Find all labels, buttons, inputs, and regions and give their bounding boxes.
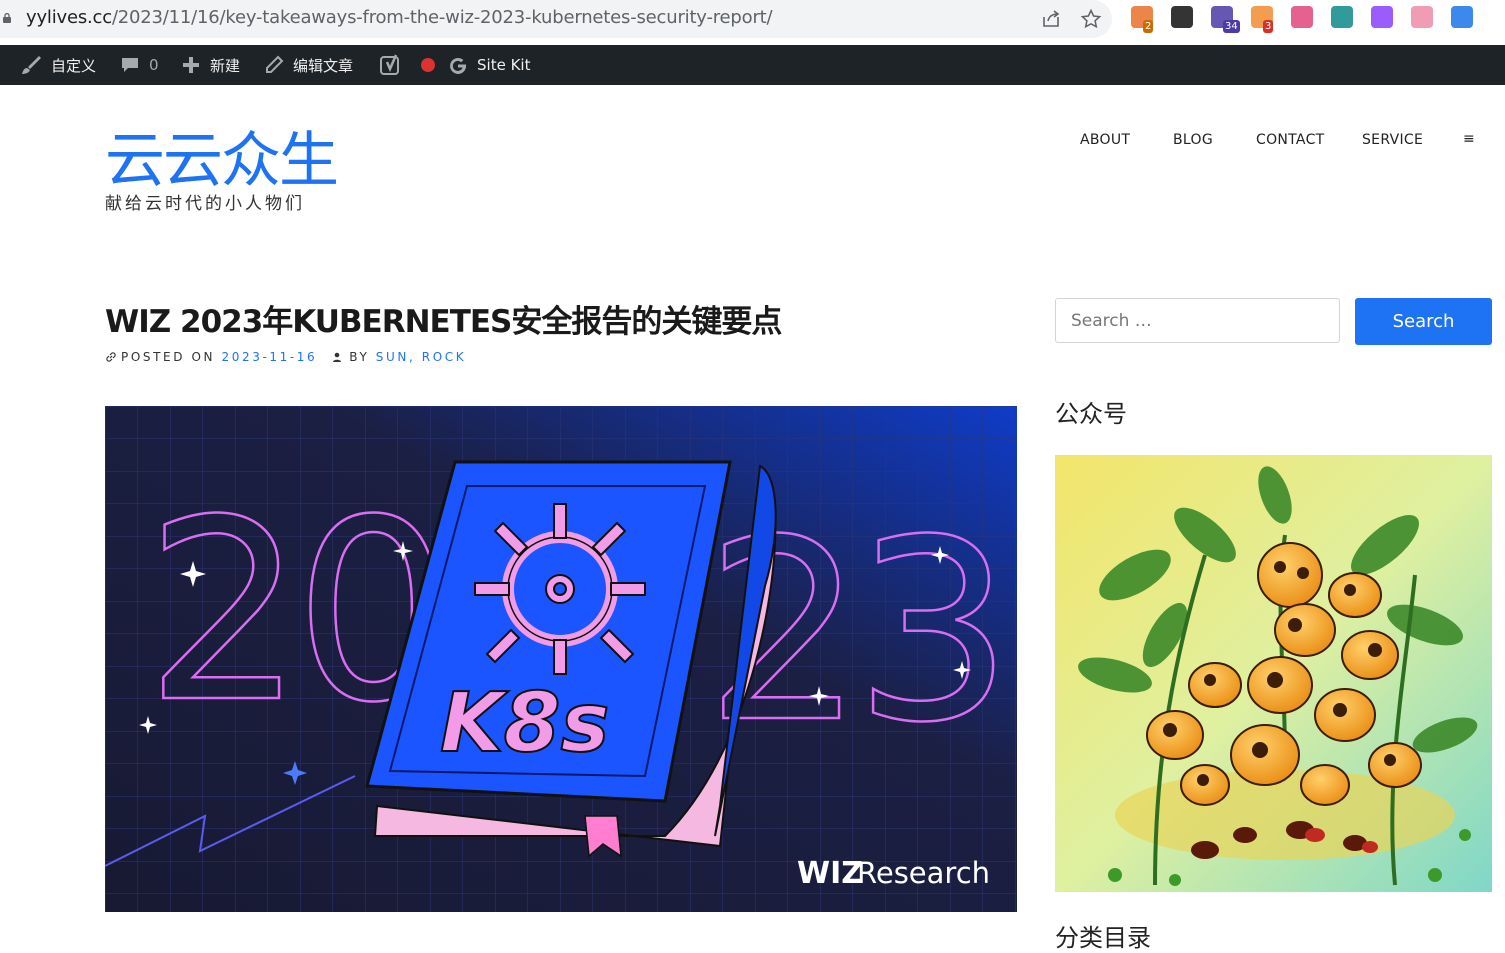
widget-title-wechat: 公众号 bbox=[1055, 400, 1127, 428]
yoast-seo-menu[interactable] bbox=[380, 45, 435, 85]
link-icon bbox=[106, 352, 116, 362]
nav-item-service[interactable]: SERVICE bbox=[1362, 132, 1423, 148]
nav-item-contact[interactable]: CONTACT bbox=[1256, 132, 1325, 148]
wp-admin-bar: 自定义 0 新建 编辑文章 Site Kit bbox=[0, 45, 1505, 85]
graduation-cap-extension-badge: 34 bbox=[1223, 20, 1240, 33]
lock-icon bbox=[3, 13, 11, 23]
url-path: /2023/11/16/key-takeaways-from-the-wiz-2… bbox=[111, 7, 773, 28]
wechat-qr-image bbox=[1055, 455, 1492, 892]
url-host: yylives.cc bbox=[26, 7, 112, 28]
purple-circle-extension[interactable] bbox=[1371, 6, 1393, 28]
comment-bubble-icon bbox=[122, 58, 138, 72]
widget-title-categories: 分类目录 bbox=[1055, 924, 1151, 952]
teal-square-extension[interactable] bbox=[1331, 6, 1353, 28]
posted-on-label: POSTED ON bbox=[121, 350, 216, 364]
by-label: BY bbox=[349, 350, 370, 364]
nav-item-about[interactable]: ABOUT bbox=[1080, 132, 1130, 148]
blue-arrow-extension[interactable] bbox=[1451, 6, 1473, 28]
translate-extension[interactable] bbox=[1291, 6, 1313, 28]
post-date-link[interactable]: 2023-11-16 bbox=[222, 350, 318, 364]
bookmark-star-icon[interactable] bbox=[1080, 8, 1102, 30]
site-description: 献给云时代的小人物们 bbox=[105, 194, 305, 214]
url-text: yylives.cc/2023/11/16/key-takeaways-from… bbox=[26, 7, 773, 28]
search-input[interactable] bbox=[1055, 298, 1340, 343]
comments-count: 0 bbox=[149, 56, 159, 74]
new-content-link[interactable]: 新建 bbox=[181, 45, 240, 85]
customize-label: 自定义 bbox=[51, 56, 97, 75]
new-label: 新建 bbox=[210, 56, 241, 75]
paintbrush-icon bbox=[22, 56, 41, 74]
yoast-icon bbox=[380, 54, 399, 75]
sitekit-label: Site Kit bbox=[477, 56, 531, 74]
sitekit-link[interactable]: Site Kit bbox=[448, 45, 530, 85]
notion-extension[interactable] bbox=[1171, 6, 1193, 28]
seo-status-dot-icon bbox=[421, 58, 435, 72]
address-bar[interactable]: yylives.cc/2023/11/16/key-takeaways-from… bbox=[0, 0, 1112, 38]
nav-item-blog[interactable]: BLOG bbox=[1173, 132, 1213, 148]
comments-link[interactable]: 0 bbox=[120, 45, 159, 85]
featured-image[interactable]: 20 23 K8s WIZ Research bbox=[105, 406, 1017, 912]
menu-toggle-button[interactable]: ≡ bbox=[1463, 131, 1475, 147]
author-link[interactable]: SUN, ROCK bbox=[376, 350, 466, 364]
share-icon[interactable] bbox=[1040, 8, 1062, 30]
user-icon bbox=[333, 352, 342, 362]
colorful-circle-extension-badge: 2 bbox=[1143, 20, 1154, 33]
orange-blob-extension-badge: 3 bbox=[1263, 20, 1274, 33]
crown-extension[interactable] bbox=[1411, 6, 1433, 28]
search-button[interactable]: Search bbox=[1355, 298, 1492, 345]
plus-icon bbox=[183, 57, 199, 73]
site-title[interactable]: 云云众生 bbox=[105, 112, 339, 199]
wiz-logo-text: WIZ bbox=[797, 856, 863, 891]
research-text: Research bbox=[857, 856, 990, 890]
google-g-icon bbox=[450, 57, 467, 74]
browser-toolbar: yylives.cc/2023/11/16/key-takeaways-from… bbox=[0, 0, 1505, 40]
post-meta: POSTED ON 2023-11-16 BY SUN, ROCK bbox=[105, 350, 466, 364]
customize-link[interactable]: 自定义 bbox=[20, 45, 96, 85]
post-title: WIZ 2023年KUBERNETES安全报告的关键要点 bbox=[105, 304, 782, 340]
edit-label: 编辑文章 bbox=[293, 56, 354, 75]
edit-post-link[interactable]: 编辑文章 bbox=[264, 45, 353, 85]
book-title-text: K8s bbox=[440, 676, 609, 771]
pencil-icon bbox=[266, 55, 284, 73]
